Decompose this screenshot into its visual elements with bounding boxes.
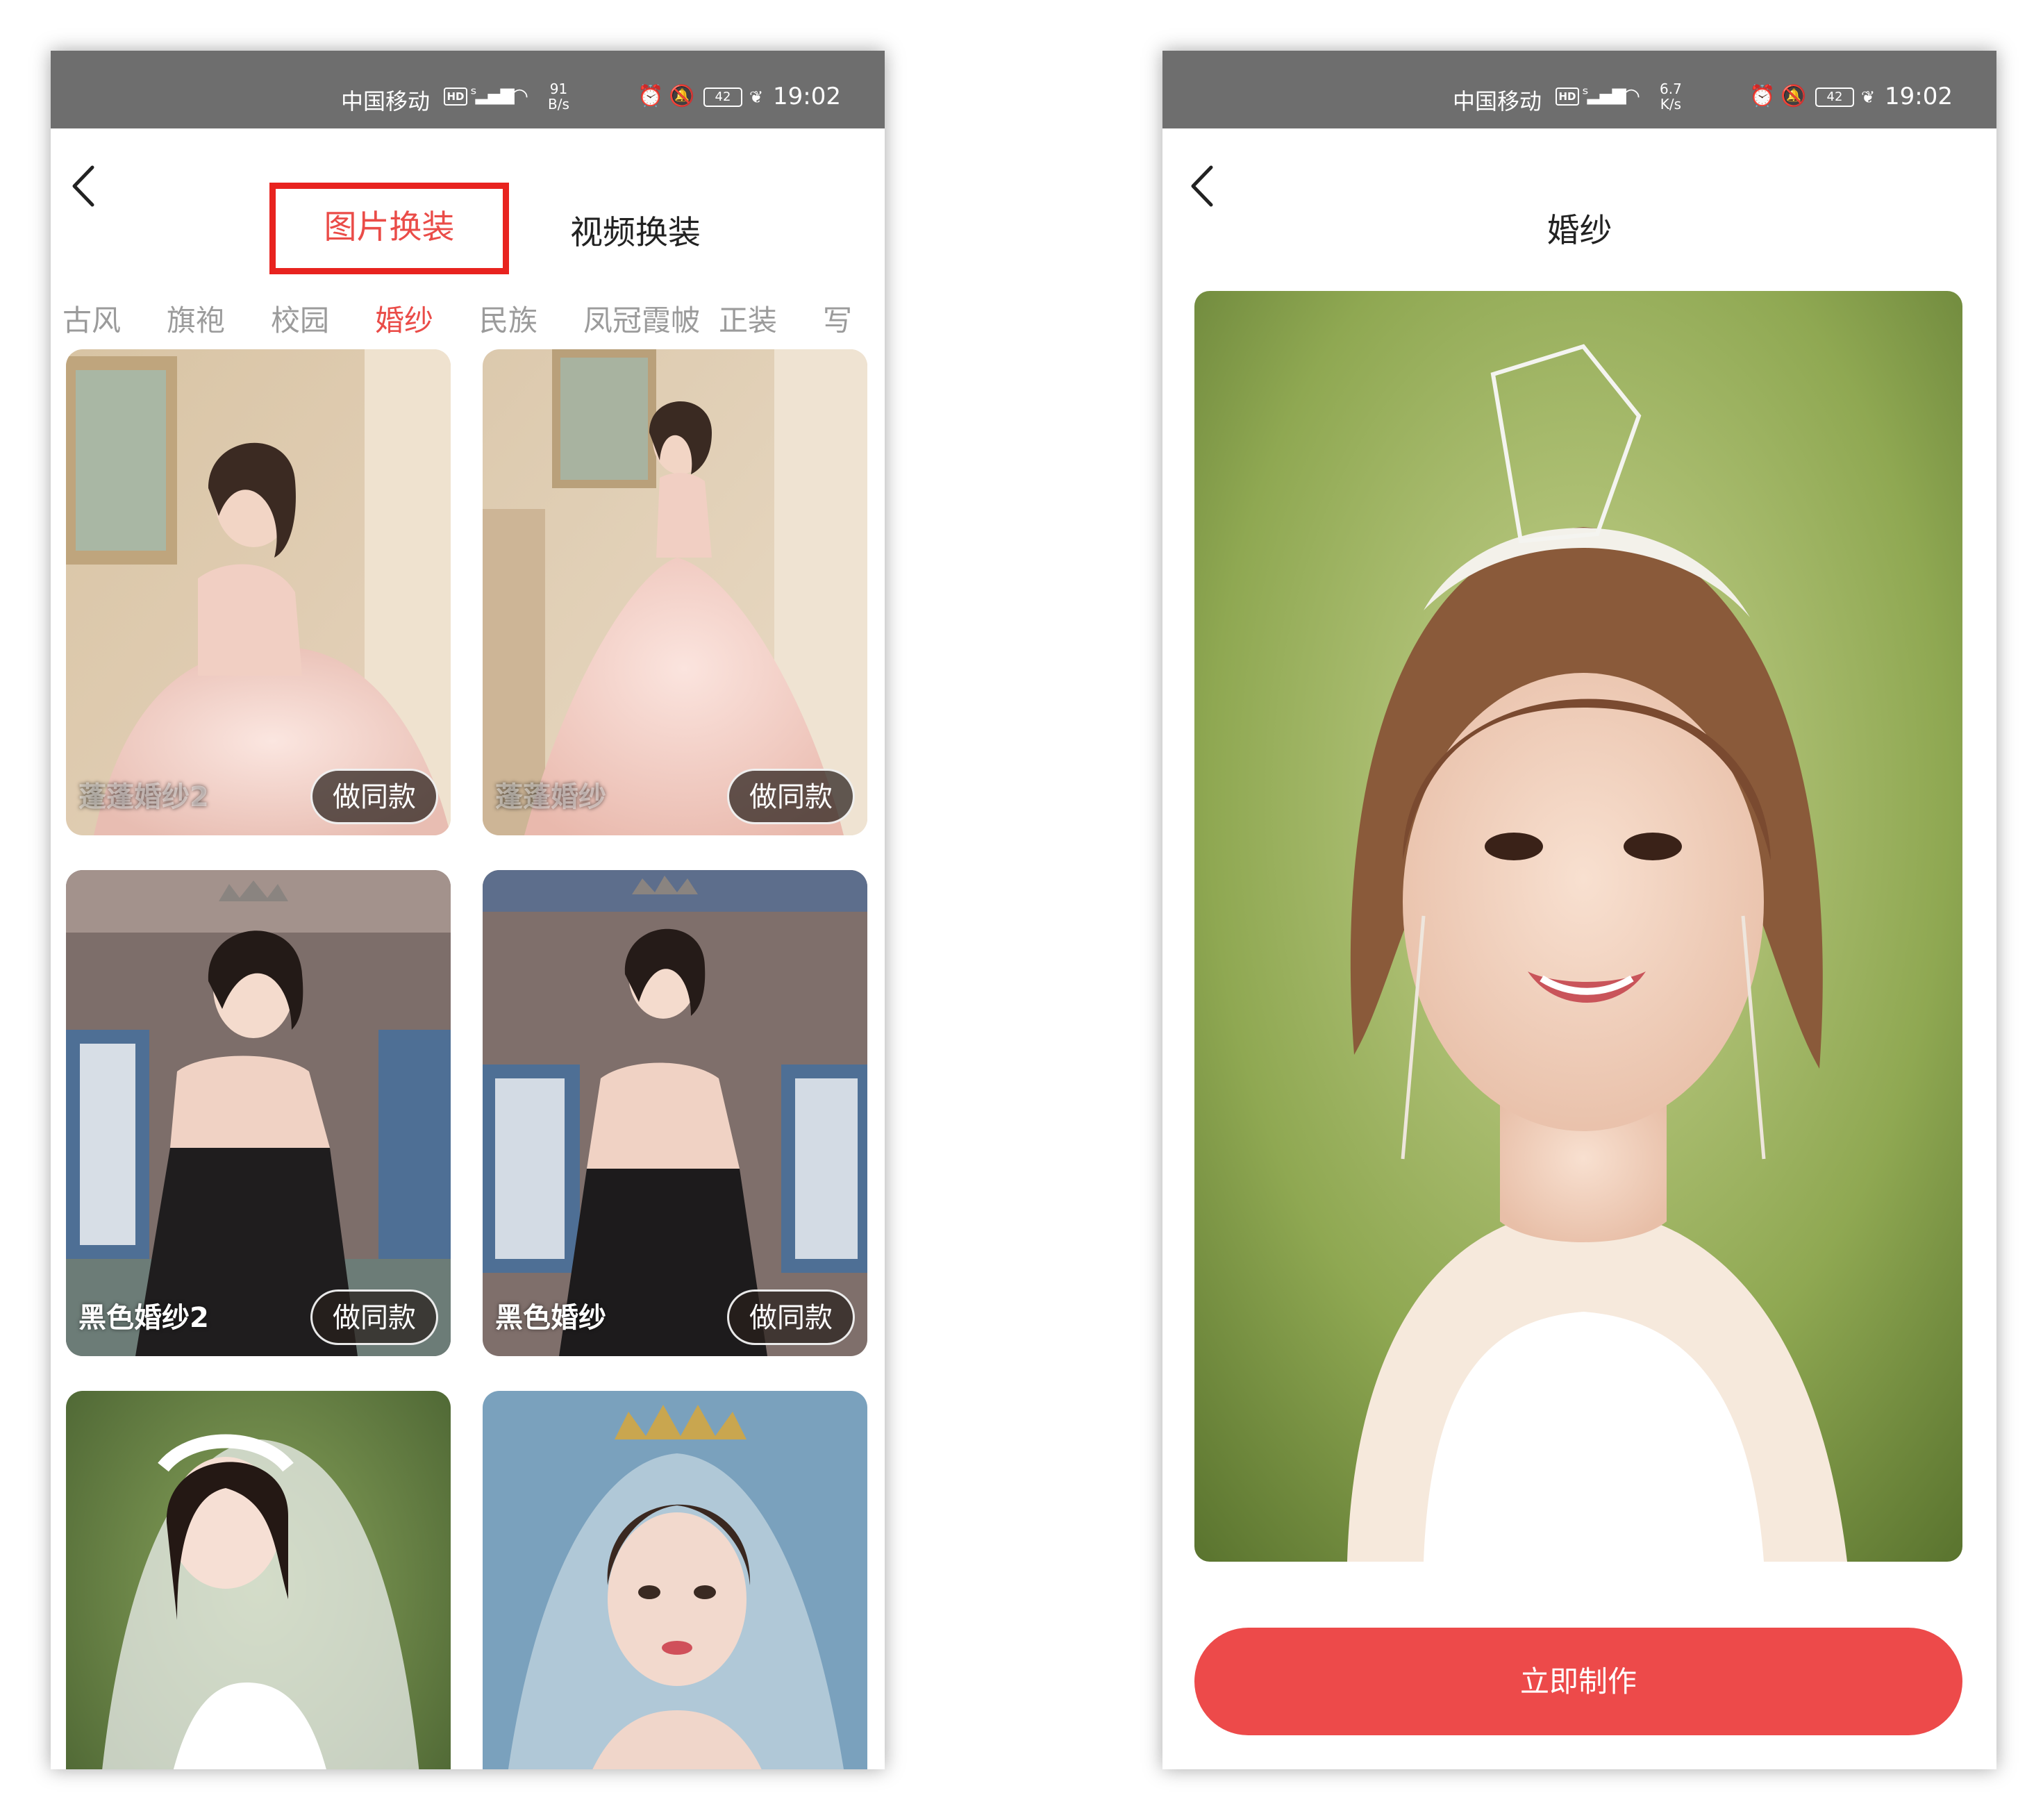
carrier-name: 中国移动	[1453, 88, 1542, 115]
template-title: 黑色婚纱	[495, 1302, 606, 1334]
page-title: 婚纱	[1546, 212, 1612, 250]
status-time: 19:02	[773, 83, 841, 110]
signal-icon: ˢ▂▄▆	[1582, 84, 1626, 105]
category-tab-phoenix-crown[interactable]: 凤冠霞帔	[583, 297, 700, 340]
status-time: 19:02	[1885, 83, 1953, 110]
battery-icon: 42	[1815, 87, 1854, 107]
white-veil-photo	[66, 1391, 451, 1769]
template-card[interactable]: 黑色婚纱 做同款	[483, 870, 867, 1356]
category-tab-wedding[interactable]: 婚纱	[375, 297, 433, 340]
tab-photo-dressup[interactable]: 图片换装	[269, 183, 509, 274]
pink-gown-photo	[483, 349, 867, 835]
battery-icon: 42	[703, 87, 742, 107]
template-card[interactable]: 蓬蓬婚纱 做同款	[483, 349, 867, 835]
mute-icon: 🔕	[669, 84, 695, 108]
template-card[interactable]	[66, 1391, 451, 1769]
carrier-name: 中国移动	[341, 88, 431, 115]
network-speed: 6.7 K/s	[1660, 81, 1682, 112]
make-now-button[interactable]: 立即制作	[1194, 1628, 1962, 1735]
make-same-button[interactable]: 做同款	[727, 769, 855, 824]
speed-value: 91	[549, 81, 568, 97]
leaf-icon: ❦	[749, 87, 764, 107]
bride-portrait-photo	[1194, 291, 1962, 1562]
make-same-button[interactable]: 做同款	[310, 769, 438, 824]
template-title: 蓬蓬婚纱2	[78, 781, 209, 813]
template-detail-screen: 中国移动 HD ˢ▂▄▆ ◠ 6.7 K/s ⏰ 🔕 42 ❦ 19:02 婚纱	[1162, 51, 1996, 1769]
category-tab-more[interactable]: 写	[823, 297, 852, 340]
tab-video-dressup[interactable]: 视频换装	[570, 206, 701, 253]
speed-value: 6.7	[1660, 81, 1682, 97]
wifi-icon: ◠	[1622, 84, 1641, 108]
alarm-icon: ⏰	[1749, 84, 1776, 108]
mute-icon: 🔕	[1781, 84, 1807, 108]
category-tab-qipao[interactable]: 旗袍	[167, 297, 225, 340]
black-gown-photo	[483, 870, 867, 1356]
template-title: 蓬蓬婚纱	[495, 781, 606, 813]
status-bar: 中国移动 HD ˢ▂▄▆ ◠ 6.7 K/s ⏰ 🔕 42 ❦ 19:02	[1162, 51, 1996, 128]
hd-badge: HD	[1556, 87, 1579, 106]
template-card[interactable]: 黑色婚纱2 做同款	[66, 870, 451, 1356]
make-same-button[interactable]: 做同款	[727, 1289, 855, 1345]
template-list-screen: 中国移动 HD ˢ▂▄▆ ◠ 91 B/s ⏰ 🔕 42 ❦ 19:02 图片换…	[51, 51, 885, 1769]
category-tab-campus[interactable]: 校园	[271, 297, 329, 340]
wifi-icon: ◠	[510, 84, 529, 108]
leaf-icon: ❦	[1861, 87, 1876, 107]
template-card[interactable]	[483, 1391, 867, 1769]
category-tab-formal[interactable]: 正装	[719, 297, 777, 340]
make-same-button[interactable]: 做同款	[310, 1289, 438, 1345]
signal-icon: ˢ▂▄▆	[470, 84, 515, 105]
pink-gown-photo	[66, 349, 451, 835]
blue-veil-photo	[483, 1391, 867, 1769]
back-button[interactable]	[60, 155, 109, 217]
template-preview-image	[1194, 291, 1962, 1562]
template-card[interactable]: 蓬蓬婚纱2 做同款	[66, 349, 451, 835]
black-gown-photo	[66, 870, 451, 1356]
template-title: 黑色婚纱2	[78, 1302, 209, 1334]
network-speed: 91 B/s	[548, 81, 569, 112]
speed-unit: K/s	[1660, 96, 1682, 112]
category-tab-gufeng[interactable]: 古风	[62, 297, 121, 340]
hd-badge: HD	[444, 87, 467, 106]
speed-unit: B/s	[548, 96, 569, 112]
chevron-left-icon	[72, 165, 94, 207]
alarm-icon: ⏰	[637, 84, 664, 108]
category-tab-ethnic[interactable]: 民族	[479, 297, 537, 340]
status-bar: 中国移动 HD ˢ▂▄▆ ◠ 91 B/s ⏰ 🔕 42 ❦ 19:02	[51, 51, 885, 128]
